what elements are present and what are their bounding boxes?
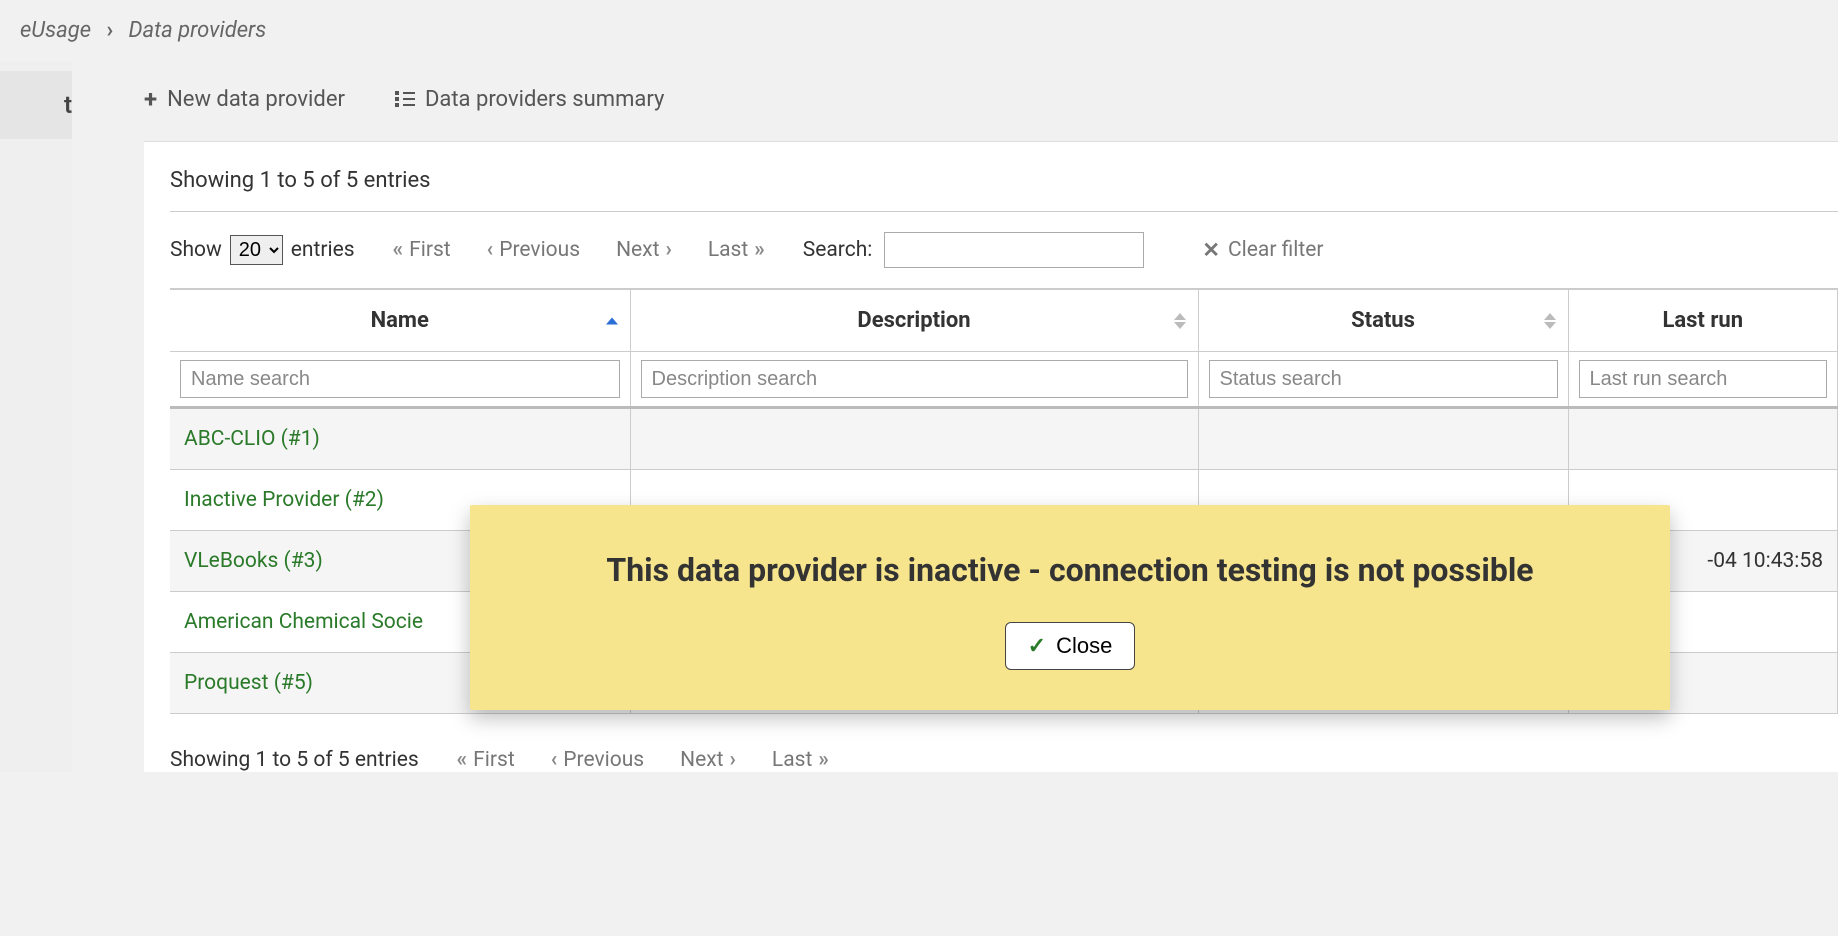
show-label-pre: Show <box>170 238 222 262</box>
pager-previous-bottom-label: Previous <box>563 748 644 772</box>
new-data-provider-button[interactable]: New data provider <box>144 85 345 113</box>
chevron-double-left-icon: « <box>457 748 468 772</box>
sidebar-item[interactable]: t <box>0 71 72 139</box>
toolbar: New data provider Data providers summary <box>144 61 1838 141</box>
sort-asc-icon <box>606 317 618 324</box>
close-button-label: Close <box>1056 633 1112 659</box>
chevron-double-left-icon: « <box>393 238 404 262</box>
breadcrumb: eUsage › Data providers <box>0 0 1838 61</box>
showing-entries-bottom: Showing 1 to 5 of 5 entries <box>170 748 419 772</box>
pager-top: «First ‹Previous Next› Last» <box>393 238 765 262</box>
cell-description <box>630 408 1198 470</box>
pager-first-bottom[interactable]: «First <box>457 748 515 772</box>
cell-status <box>1198 408 1568 470</box>
filter-status-input[interactable] <box>1209 360 1558 398</box>
chevron-right-icon: › <box>730 748 736 772</box>
show-label-post: entries <box>291 238 355 262</box>
pager-previous-label: Previous <box>499 238 580 262</box>
chevron-left-icon: ‹ <box>551 748 558 772</box>
search-input[interactable] <box>884 232 1144 268</box>
chevron-double-right-icon: » <box>818 748 829 772</box>
sort-desc-icon <box>1544 322 1556 329</box>
table-row: ABC-CLIO (#1) <box>170 408 1838 470</box>
pager-last-label: Last <box>708 238 748 262</box>
x-icon: ✕ <box>1202 238 1220 263</box>
alert-modal: This data provider is inactive - connect… <box>470 505 1670 710</box>
entries-select[interactable]: 20 <box>230 235 283 265</box>
column-header-name[interactable]: Name <box>170 289 630 352</box>
filter-description-input[interactable] <box>641 360 1188 398</box>
column-header-last-run[interactable]: Last run <box>1568 289 1838 352</box>
clear-filter-label: Clear filter <box>1228 238 1324 262</box>
showing-entries-text: Showing 1 to 5 of 5 entries <box>170 168 1838 212</box>
pager-last[interactable]: Last» <box>708 238 765 262</box>
check-icon: ✓ <box>1028 633 1046 659</box>
list-icon <box>395 91 415 107</box>
provider-link[interactable]: Inactive Provider (#2) <box>184 488 384 512</box>
breadcrumb-current: Data providers <box>129 18 267 43</box>
pager-previous[interactable]: ‹Previous <box>487 238 580 262</box>
provider-link[interactable]: American Chemical Socie <box>184 610 423 634</box>
cell-last-run <box>1568 408 1838 470</box>
column-header-description-label: Description <box>857 308 970 333</box>
chevron-double-right-icon: » <box>754 238 765 262</box>
breadcrumb-root[interactable]: eUsage <box>20 18 91 43</box>
column-header-description[interactable]: Description <box>630 289 1198 352</box>
search-label: Search: <box>803 238 873 262</box>
chevron-left-icon: ‹ <box>487 238 494 262</box>
provider-link[interactable]: Proquest (#5) <box>184 671 313 695</box>
data-providers-summary-button[interactable]: Data providers summary <box>395 85 664 113</box>
new-data-provider-label: New data provider <box>167 87 345 112</box>
pager-bottom: «First ‹Previous Next › Last» <box>457 748 829 772</box>
pager-next-bottom[interactable]: Next › <box>680 748 736 772</box>
clear-filter-button[interactable]: ✕ Clear filter <box>1202 238 1323 263</box>
column-header-status-label: Status <box>1351 308 1415 333</box>
alert-modal-title: This data provider is inactive - connect… <box>526 549 1614 592</box>
sort-asc-icon <box>1544 313 1556 320</box>
column-header-status[interactable]: Status <box>1198 289 1568 352</box>
provider-link[interactable]: VLeBooks (#3) <box>184 549 323 573</box>
provider-link[interactable]: ABC-CLIO (#1) <box>184 427 320 451</box>
pager-previous-bottom[interactable]: ‹Previous <box>551 748 644 772</box>
pager-last-bottom[interactable]: Last» <box>772 748 829 772</box>
sidebar: t <box>0 61 72 772</box>
chevron-right-icon: › <box>665 238 671 262</box>
plus-icon <box>144 85 157 113</box>
close-button[interactable]: ✓ Close <box>1005 622 1136 670</box>
column-header-last-run-label: Last run <box>1662 308 1743 333</box>
pager-first-label: First <box>409 238 451 262</box>
sort-asc-icon <box>1174 313 1186 320</box>
filter-name-input[interactable] <box>180 360 620 398</box>
pager-first-bottom-label: First <box>473 748 515 772</box>
show-entries: Show 20 entries <box>170 235 355 265</box>
summary-label: Data providers summary <box>425 87 664 112</box>
pager-last-bottom-label: Last <box>772 748 812 772</box>
pager-next-bottom-label: Next <box>680 748 723 772</box>
pager-first[interactable]: «First <box>393 238 451 262</box>
pager-next-label: Next <box>616 238 659 262</box>
breadcrumb-separator: › <box>106 18 113 43</box>
pager-next[interactable]: Next› <box>616 238 672 262</box>
column-header-name-label: Name <box>371 308 429 333</box>
sort-desc-icon <box>1174 322 1186 329</box>
filter-last-run-input[interactable] <box>1579 360 1828 398</box>
